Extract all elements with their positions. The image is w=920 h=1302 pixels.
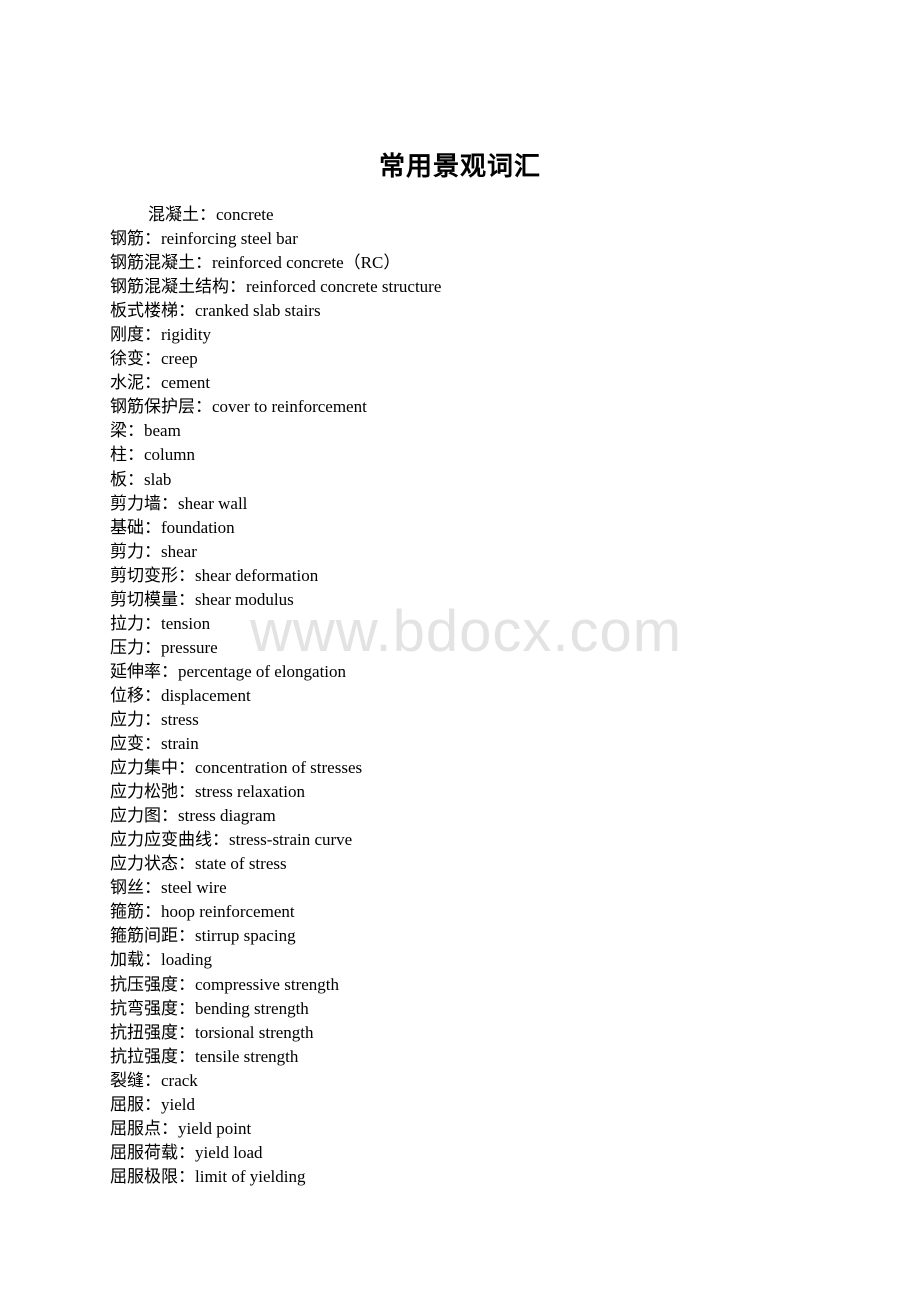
glossary-entry: 剪切变形：shear deformation <box>110 565 319 585</box>
glossary-entry: 基础：foundation <box>110 517 235 537</box>
glossary-entry: 应力应变曲线：stress-strain curve <box>110 830 353 850</box>
glossary-entry: 压力：pressure <box>110 637 218 657</box>
glossary-entry: 屈服点：yield point <box>110 1118 252 1138</box>
glossary-entry: 混凝土：concrete <box>148 205 274 224</box>
glossary-entry: 抗扭强度：torsional strength <box>110 1022 314 1042</box>
glossary-entry: 应力松弛：stress relaxation <box>110 782 305 802</box>
glossary-list: 混凝土：concrete 钢筋：reinforcing steel bar 钢筋混凝… <box>110 203 441 1189</box>
glossary-entry: 板：slab <box>110 469 172 489</box>
glossary-entry: 应力图：stress diagram <box>110 806 276 826</box>
glossary-entry: 屈服：yield <box>110 1094 195 1114</box>
glossary-entry: 剪力：shear <box>110 541 197 561</box>
glossary-entry: 剪力墙：shear wall <box>110 493 248 513</box>
glossary-entry: 屈服极限：limit of yielding <box>110 1166 306 1186</box>
glossary-entry: 剪切模量：shear modulus <box>110 589 294 609</box>
glossary-entry: 钢筋保护层：cover to reinforcement <box>110 397 367 417</box>
glossary-entry: 拉力：tension <box>110 613 211 633</box>
glossary-entry: 抗压强度：compressive strength <box>110 974 339 994</box>
document-title: 常用景观词汇 <box>378 152 541 181</box>
glossary-entry: 加载：loading <box>110 950 212 970</box>
glossary-entry: 刚度：rigidity <box>110 325 212 345</box>
glossary-entry: 应力：stress <box>110 709 199 729</box>
glossary-entry: 柱：column <box>110 445 195 465</box>
glossary-entry: 钢丝：steel wire <box>110 878 227 898</box>
glossary-entry: 位移：displacement <box>110 685 251 705</box>
glossary-entry: 钢筋混凝土：reinforced concrete（RC） <box>110 253 401 273</box>
glossary-entry: 板式楼梯：cranked slab stairs <box>110 301 321 321</box>
glossary-entry: 延伸率：percentage of elongation <box>110 661 347 681</box>
glossary-entry: 钢筋混凝土结构：reinforced concrete structure <box>110 277 442 297</box>
glossary-entry: 应力集中：concentration of stresses <box>110 758 363 778</box>
glossary-entry: 裂缝：crack <box>110 1070 198 1090</box>
glossary-entry: 水泥：cement <box>110 373 211 393</box>
glossary-entry: 抗拉强度：tensile strength <box>110 1046 299 1066</box>
glossary-entry: 应变：strain <box>110 734 199 754</box>
glossary-entry: 箍筋间距：stirrup spacing <box>110 926 296 946</box>
glossary-entry: 屈服荷载：yield load <box>110 1142 263 1162</box>
glossary-entry: 钢筋：reinforcing steel bar <box>110 229 298 249</box>
glossary-entry: 抗弯强度：bending strength <box>110 998 309 1018</box>
glossary-entry: 箍筋：hoop reinforcement <box>110 902 295 922</box>
glossary-entry: 徐变：creep <box>110 349 198 369</box>
glossary-entry: 应力状态：state of stress <box>110 854 287 874</box>
glossary-entry: 梁：beam <box>110 421 181 441</box>
